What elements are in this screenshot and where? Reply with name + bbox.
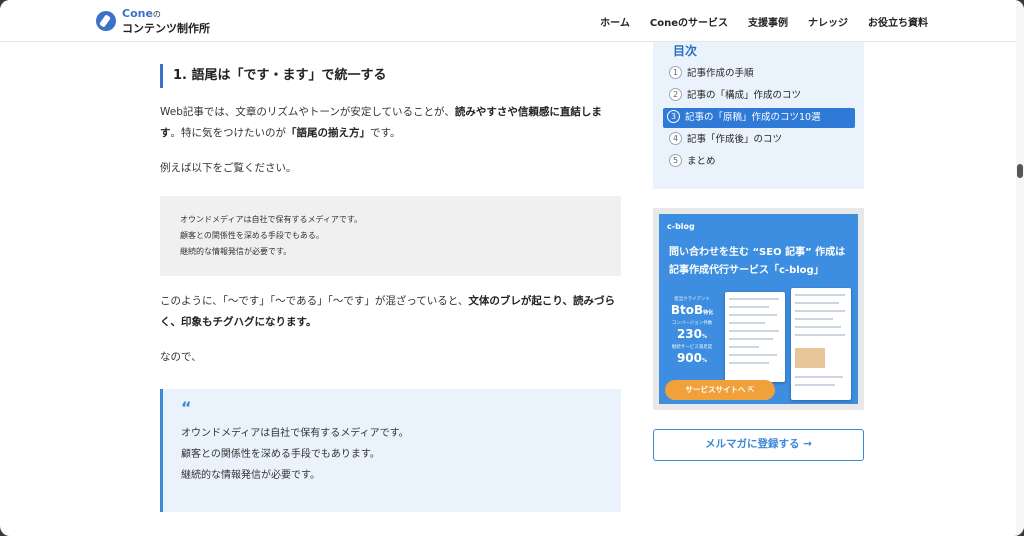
- paragraph-so: なので、: [160, 351, 202, 363]
- logo-text-bottom: コンテンツ制作所: [122, 22, 210, 35]
- toc-item[interactable]: 5 まとめ: [665, 152, 853, 172]
- nav-services[interactable]: Coneのサービス: [650, 14, 728, 29]
- document-thumbnail: [725, 292, 785, 382]
- banner-stat: 継続サービス満足度 900%: [671, 345, 713, 365]
- cblog-logo: c-blog: [667, 222, 695, 231]
- logo-icon: [96, 11, 116, 31]
- paragraph-explanation: このように、「〜です」「〜である」「〜です」が混ざっていると、文体のブレが起こり…: [160, 295, 615, 328]
- logo-text-top: Coneの: [122, 7, 161, 20]
- section-heading: 1. 語尾は「です・ます」で統一する: [160, 64, 621, 88]
- example-line: 顧客との関係性を深める手段でもある。: [180, 231, 324, 240]
- banner-stat: 担当クライアント BtoB特化: [670, 297, 714, 317]
- good-example-quote: “ オウンドメディアは自社で保有するメディアです。 顧客との関係性を深める手段で…: [160, 389, 621, 512]
- toc-title: 目次: [673, 44, 698, 58]
- browser-window: Coneの コンテンツ制作所 ホーム Coneのサービス 支援事例 ナレッジ お…: [0, 0, 1024, 536]
- paragraph-example: 例えば以下をご覧ください。: [160, 162, 297, 174]
- banner-title: 問い合わせを生む “SEO 記事” 作成は 記事作成代行サービス「c-blog」: [669, 247, 846, 276]
- service-banner[interactable]: c-blog 問い合わせを生む “SEO 記事” 作成は 記事作成代行サービス「…: [653, 208, 864, 410]
- banner-inner: c-blog 問い合わせを生む “SEO 記事” 作成は 記事作成代行サービス「…: [659, 214, 858, 404]
- table-of-contents: 目次 1 記事作成の手順 2 記事の「構成」作成のコツ 3 記事の「原稿」作成のコツ1…: [653, 42, 864, 189]
- toc-item[interactable]: 1 記事作成の手順: [665, 64, 853, 84]
- bad-example-box: オウンドメディアは自社で保有するメディアです。 顧客との関係性を深める手段でもあ…: [160, 196, 621, 276]
- example-line: 継続的な情報発信が必要です。: [180, 247, 292, 256]
- example-line: オウンドメディアは自社で保有するメディアです。: [180, 215, 363, 224]
- scrollbar-thumb[interactable]: [1017, 164, 1023, 178]
- nav-knowledge[interactable]: ナレッジ: [808, 14, 848, 29]
- toc-item[interactable]: 2 記事の「構成」作成のコツ: [665, 86, 853, 106]
- quote-line: 継続的な情報発信が必要です。: [181, 470, 320, 481]
- global-nav: ホーム Coneのサービス 支援事例 ナレッジ お役立ち資料: [600, 14, 928, 29]
- nav-home[interactable]: ホーム: [600, 14, 630, 29]
- page-scrollbar[interactable]: [1016, 0, 1024, 536]
- banner-stat: コンバージョン件数 230%: [671, 321, 713, 341]
- quote-line: オウンドメディアは自社で保有するメディアです。: [181, 428, 409, 439]
- service-site-button[interactable]: サービスサイトへ ⇱: [665, 380, 775, 400]
- toc-item-active[interactable]: 3 記事の「原稿」作成のコツ10選: [663, 108, 855, 128]
- quote-line: 顧客との関係性を深める手段でもあります。: [181, 449, 380, 460]
- newsletter-signup-button[interactable]: メルマガに登録する →: [653, 429, 864, 461]
- document-thumbnail: [791, 288, 851, 400]
- paragraph-intro: Web記事では、文章のリズムやトーンが安定していることが、読みやすさや信頼感に直…: [160, 106, 602, 139]
- quote-icon: “: [181, 398, 192, 417]
- toc-item[interactable]: 4 記事「作成後」のコツ: [665, 130, 853, 150]
- site-header: Coneの コンテンツ制作所 ホーム Coneのサービス 支援事例 ナレッジ お…: [0, 0, 1024, 42]
- nav-resources[interactable]: お役立ち資料: [868, 14, 928, 29]
- nav-cases[interactable]: 支援事例: [748, 14, 788, 29]
